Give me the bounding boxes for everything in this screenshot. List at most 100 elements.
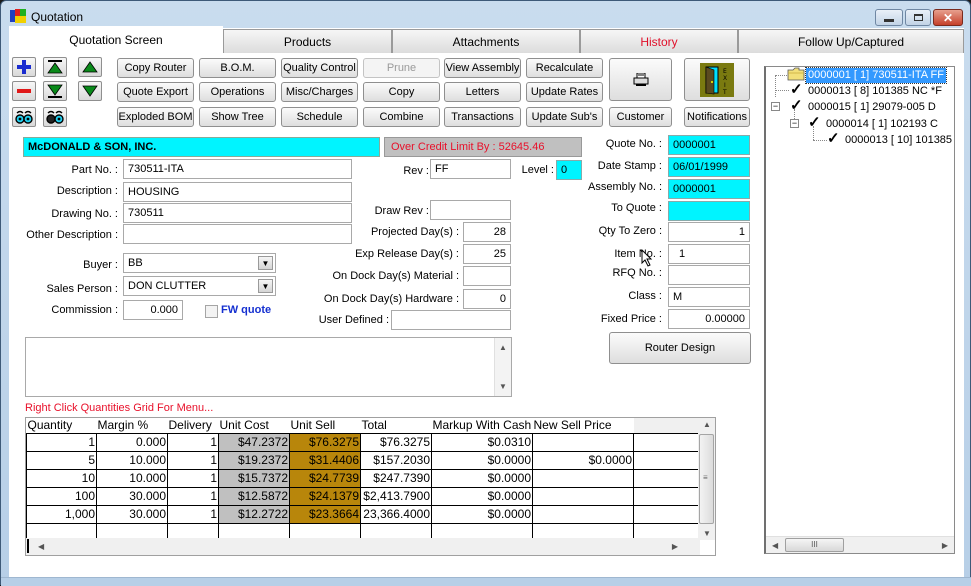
grid-cell[interactable]: $0.0310 bbox=[431, 432, 533, 452]
grid-cell[interactable]: $0.0000 bbox=[431, 486, 533, 506]
copy-router-button[interactable]: Copy Router bbox=[117, 58, 194, 78]
grid-cell[interactable]: 1 bbox=[167, 450, 219, 470]
grid-cell[interactable]: 1 bbox=[167, 432, 219, 452]
router-design-button[interactable]: Router Design bbox=[609, 332, 751, 364]
qty-to-zero-field[interactable]: 1 bbox=[668, 222, 750, 242]
prune-button[interactable]: Prune bbox=[363, 58, 440, 78]
col-quantity[interactable]: Quantity bbox=[26, 418, 97, 433]
previous-record-button[interactable] bbox=[78, 57, 102, 77]
customer-button[interactable]: Customer bbox=[609, 107, 672, 127]
scroll-up-icon[interactable]: ▲ bbox=[703, 420, 711, 429]
grid-cell[interactable]: 1 bbox=[167, 486, 219, 506]
operations-button[interactable]: Operations bbox=[199, 82, 276, 102]
col-unit-cost[interactable]: Unit Cost bbox=[218, 418, 290, 433]
grid-cell[interactable]: $0.0000 bbox=[431, 468, 533, 488]
schedule-button[interactable]: Schedule bbox=[281, 107, 358, 127]
scroll-up-icon[interactable]: ▲ bbox=[499, 343, 507, 352]
quality-control-button[interactable]: Quality Control bbox=[281, 58, 358, 78]
exit-button[interactable]: E X I T bbox=[684, 58, 750, 101]
first-record-button[interactable] bbox=[43, 57, 67, 77]
transactions-button[interactable]: Transactions bbox=[444, 107, 521, 127]
fixed-price-field[interactable]: 0.00000 bbox=[668, 309, 750, 329]
grid-cell[interactable]: 0.000 bbox=[96, 432, 168, 452]
buyer-select[interactable]: BB ▼ bbox=[123, 253, 276, 273]
delete-record-button[interactable] bbox=[12, 81, 36, 101]
grid-cell[interactable]: 1,000 bbox=[26, 504, 97, 524]
minimize-button[interactable] bbox=[875, 9, 903, 26]
grid-cell[interactable] bbox=[532, 468, 634, 488]
find-button[interactable] bbox=[12, 107, 36, 127]
grid-horizontal-scrollbar[interactable]: ◀ ▶ bbox=[26, 538, 700, 555]
scroll-thumb[interactable]: III bbox=[785, 538, 844, 552]
quantities-grid[interactable]: Quantity Margin % Delivery Unit Cost Uni… bbox=[25, 417, 716, 556]
combine-button[interactable]: Combine bbox=[363, 107, 440, 127]
projected-days-field[interactable]: 28 bbox=[463, 222, 511, 242]
scroll-down-icon[interactable]: ▼ bbox=[703, 529, 711, 538]
table-row[interactable]: 5 10.000 1 $19.2372 $31.4406 $157.2030 $0.0000… bbox=[26, 450, 700, 470]
tab-follow-up-captured[interactable]: Follow Up/Captured bbox=[738, 29, 964, 53]
table-row[interactable]: 10 10.000 1 $15.7372 $24.7739 $247.7390 $0.000… bbox=[26, 468, 700, 488]
print-button[interactable] bbox=[609, 58, 672, 101]
chevron-down-icon[interactable]: ▼ bbox=[258, 256, 273, 270]
grid-cell[interactable]: $247.7390 bbox=[360, 468, 432, 488]
part-no-field[interactable]: 730511-ITA bbox=[123, 159, 352, 179]
view-assembly-button[interactable]: View Assembly bbox=[444, 58, 521, 78]
grid-cell[interactable] bbox=[532, 504, 634, 524]
grid-cell[interactable]: $19.2372 bbox=[218, 450, 290, 470]
scroll-right-icon[interactable]: ▶ bbox=[672, 542, 678, 551]
grid-cell[interactable]: $0.0000 bbox=[431, 450, 533, 470]
tab-quotation-screen[interactable]: Quotation Screen bbox=[9, 26, 223, 54]
grid-cell[interactable]: $15.7372 bbox=[218, 468, 290, 488]
sales-person-select[interactable]: DON CLUTTER ▼ bbox=[123, 276, 276, 296]
grid-cell[interactable]: 100 bbox=[26, 486, 97, 506]
grid-cell[interactable]: $47.2372 bbox=[218, 432, 290, 452]
class-field[interactable]: M bbox=[668, 287, 750, 307]
table-row[interactable]: 1,000 30.000 1 $12.2722 $23.3664 23,366.4000 $… bbox=[26, 504, 700, 524]
grid-cell[interactable]: 1 bbox=[26, 432, 97, 452]
letters-button[interactable]: Letters bbox=[444, 82, 521, 102]
scroll-thumb[interactable] bbox=[27, 539, 29, 553]
on-dock-hardware-field[interactable]: 0 bbox=[463, 289, 511, 309]
grid-cell[interactable]: 1 bbox=[167, 504, 219, 524]
commission-field[interactable]: 0.000 bbox=[123, 300, 183, 320]
col-delivery[interactable]: Delivery bbox=[167, 418, 219, 433]
add-record-button[interactable] bbox=[12, 57, 36, 77]
exp-release-days-field[interactable]: 25 bbox=[463, 244, 511, 264]
tab-products[interactable]: Products bbox=[223, 29, 392, 53]
tree-horizontal-scrollbar[interactable]: ◀ III ▶ bbox=[766, 536, 954, 553]
grid-cell[interactable]: 23,366.4000 bbox=[360, 504, 432, 524]
grid-cell[interactable]: $0.0000 bbox=[431, 504, 533, 524]
table-row[interactable]: 100 30.000 1 $12.5872 $24.1379 $2,413.7900 $0.… bbox=[26, 486, 700, 506]
assembly-tree[interactable]: 0000001 [ 1] 730511-ITA FF ✓ 0000013 [ 8… bbox=[764, 66, 955, 554]
grid-cell[interactable]: $31.4406 bbox=[289, 450, 361, 470]
copy-button[interactable]: Copy bbox=[363, 82, 440, 102]
grid-cell[interactable] bbox=[633, 450, 700, 470]
tree-item[interactable]: 0000013 [ 10] 101385 bbox=[843, 133, 954, 148]
col-new-sell-price[interactable]: New Sell Price bbox=[532, 418, 634, 433]
tree-item[interactable]: 0000014 [ 1] 102193 C bbox=[824, 117, 940, 132]
grid-cell[interactable]: 10.000 bbox=[96, 468, 168, 488]
grid-cell[interactable]: $23.3664 bbox=[289, 504, 361, 524]
grid-cell[interactable]: 10.000 bbox=[96, 450, 168, 470]
grid-cell[interactable]: $24.1379 bbox=[289, 486, 361, 506]
tree-item[interactable]: 0000013 [ 8] 101385 NC *F bbox=[806, 84, 944, 99]
misc-charges-button[interactable]: Misc/Charges bbox=[281, 82, 358, 102]
grid-cell[interactable] bbox=[633, 468, 700, 488]
scroll-right-icon[interactable]: ▶ bbox=[942, 541, 948, 550]
update-rates-button[interactable]: Update Rates bbox=[526, 82, 603, 102]
grid-vertical-scrollbar[interactable]: ▲ ≡ ▼ bbox=[698, 418, 715, 540]
draw-rev-field[interactable] bbox=[430, 200, 511, 220]
item-no-field[interactable]: 1 bbox=[668, 244, 750, 264]
notes-scrollbar[interactable]: ▲ ▼ bbox=[494, 338, 511, 396]
scroll-left-icon[interactable]: ◀ bbox=[38, 542, 44, 551]
grid-cell[interactable] bbox=[532, 432, 634, 452]
notes-textarea[interactable]: ▲ ▼ bbox=[25, 337, 512, 397]
grid-cell[interactable]: $76.3275 bbox=[289, 432, 361, 452]
next-record-button[interactable] bbox=[78, 81, 102, 101]
rev-field[interactable]: FF bbox=[430, 159, 511, 179]
exploded-bom-button[interactable]: Exploded BOM bbox=[117, 107, 194, 127]
grid-cell[interactable]: $0.0000 bbox=[532, 450, 634, 470]
grid-cell[interactable]: 10 bbox=[26, 468, 97, 488]
grid-cell[interactable]: $76.3275 bbox=[360, 432, 432, 452]
last-record-button[interactable] bbox=[43, 81, 67, 101]
